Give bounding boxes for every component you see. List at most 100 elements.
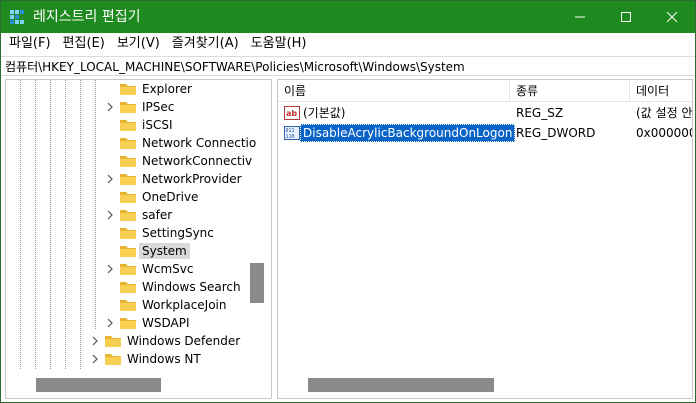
expand-chevron-icon[interactable] [104,170,116,188]
tree-item[interactable]: NetworkConnectiv [104,152,255,170]
tree-item-label: IPSec [142,100,175,114]
column-header-type[interactable]: 종류 [510,80,630,102]
value-name: DisableAcrylicBackgroundOnLogon [300,124,516,142]
folder-icon [120,300,136,311]
dword-value-icon: 011 110 [284,126,300,140]
menu-favorites[interactable]: 즐겨찾기(A) [166,34,245,54]
tree-item-label: iSCSI [142,118,173,132]
folder-icon [105,336,121,347]
tree-item[interactable]: Windows NT [89,350,204,368]
address-bar[interactable]: 컴퓨터\HKEY_LOCAL_MACHINE\SOFTWARE\Policies… [1,56,695,76]
tree-item[interactable]: System [104,242,190,260]
folder-icon [120,210,136,221]
tree-item[interactable]: WSDAPI [104,314,193,332]
folder-icon [120,174,136,185]
tree-item-label: Explorer [142,82,192,96]
menu-bar: 파일(F) 편집(E) 보기(V) 즐겨찾기(A) 도움말(H) [1,33,695,55]
list-horizontal-scrollbar-thumb[interactable] [308,378,494,392]
value-type: REG_SZ [516,106,564,120]
tree-item[interactable]: WorkplaceJoin [104,296,230,314]
expand-chevron-icon[interactable] [104,314,116,332]
tree-item[interactable]: Explorer [104,80,195,98]
tree-item-label: NetworkConnectiv [142,154,253,168]
pane-splitter[interactable] [272,79,276,399]
expand-chevron-icon[interactable] [89,350,101,368]
tree-item[interactable]: NetworkProvider [104,170,245,188]
tree-item-label: Network Connectio [142,136,257,150]
key-tree-pane[interactable]: Explorer IPSec iSCSI Network Connectio Netwo… [5,79,272,399]
tree-item[interactable]: safer [104,206,175,224]
folder-icon [120,246,136,257]
maximize-icon [621,12,631,22]
tree-item[interactable]: Network Connectio [104,134,259,152]
folder-icon [120,138,136,149]
column-header-name[interactable]: 이름 [278,80,510,102]
value-row[interactable]: ab (기본값) REG_SZ (값 설정 안 [278,103,693,123]
tree-item-label: Windows Defender [127,334,241,348]
address-path[interactable]: 컴퓨터\HKEY_LOCAL_MACHINE\SOFTWARE\Policies… [5,59,465,75]
folder-icon [120,84,136,95]
folder-icon [120,120,136,131]
value-type: REG_DWORD [516,126,596,140]
folder-icon [120,264,136,275]
tree-item[interactable]: iSCSI [104,116,176,134]
minimize-button[interactable] [557,1,603,33]
folder-icon [105,354,121,365]
tree-item-label: SettingSync [142,226,214,240]
tree-item-label: Windows NT [127,352,201,366]
close-icon [667,12,677,22]
title-bar[interactable]: 레지스트리 편집기 [1,1,695,33]
maximize-button[interactable] [603,1,649,33]
expand-chevron-icon[interactable] [104,206,116,224]
expand-chevron-icon[interactable] [104,260,116,278]
tree-horizontal-scrollbar-thumb[interactable] [36,378,161,392]
tree-item-label: safer [142,208,173,222]
tree-item[interactable]: Windows Defender [89,332,243,350]
close-button[interactable] [649,1,695,33]
menu-view[interactable]: 보기(V) [111,34,166,54]
menu-edit[interactable]: 편집(E) [57,34,111,54]
tree-item-label: WorkplaceJoin [142,298,227,312]
folder-icon [120,102,136,113]
tree-item-label: NetworkProvider [142,172,242,186]
registry-editor-window: 레지스트리 편집기 파일(F) 편집(E) 보기(V) 즐겨찾기(A) 도움말(… [0,0,696,403]
tree-item-label: OneDrive [142,190,199,204]
tree-vertical-scrollbar-thumb[interactable] [250,263,264,303]
tree-item[interactable]: OneDrive [104,188,201,206]
tree-item-label: System [139,243,190,259]
values-list-pane[interactable]: 이름 종류 데이터 ab (기본값) REG_SZ (값 설정 안 011 11… [277,79,693,399]
folder-icon [120,228,136,239]
tree-item[interactable]: WcmSvc [104,260,196,278]
column-header-data[interactable]: 데이터 [630,80,692,102]
menu-file[interactable]: 파일(F) [3,34,57,54]
tree-item-label: Windows Search [142,280,241,294]
string-value-icon: ab [284,106,300,120]
tree-item-label: WcmSvc [142,262,194,276]
window-title: 레지스트리 편집기 [33,9,141,25]
value-data: 0x0000000 [636,126,692,140]
value-row-selected[interactable]: 011 110 DisableAcrylicBackgroundOnLogon … [278,123,692,143]
tree-item[interactable]: IPSec [104,98,177,116]
expand-chevron-icon[interactable] [89,332,101,350]
tree-item[interactable]: SettingSync [104,224,217,242]
minimize-icon [575,16,585,18]
menu-help[interactable]: 도움말(H) [245,34,313,54]
svg-text:ab: ab [286,109,297,118]
folder-icon [120,156,136,167]
expand-chevron-icon[interactable] [104,98,116,116]
value-data: (값 설정 안 [636,106,693,120]
folder-icon [120,192,136,203]
folder-icon [120,282,136,293]
registry-editor-icon [10,10,24,24]
value-name: (기본값) [303,106,346,120]
tree-item[interactable]: Windows Search [104,278,244,296]
folder-icon [120,318,136,329]
